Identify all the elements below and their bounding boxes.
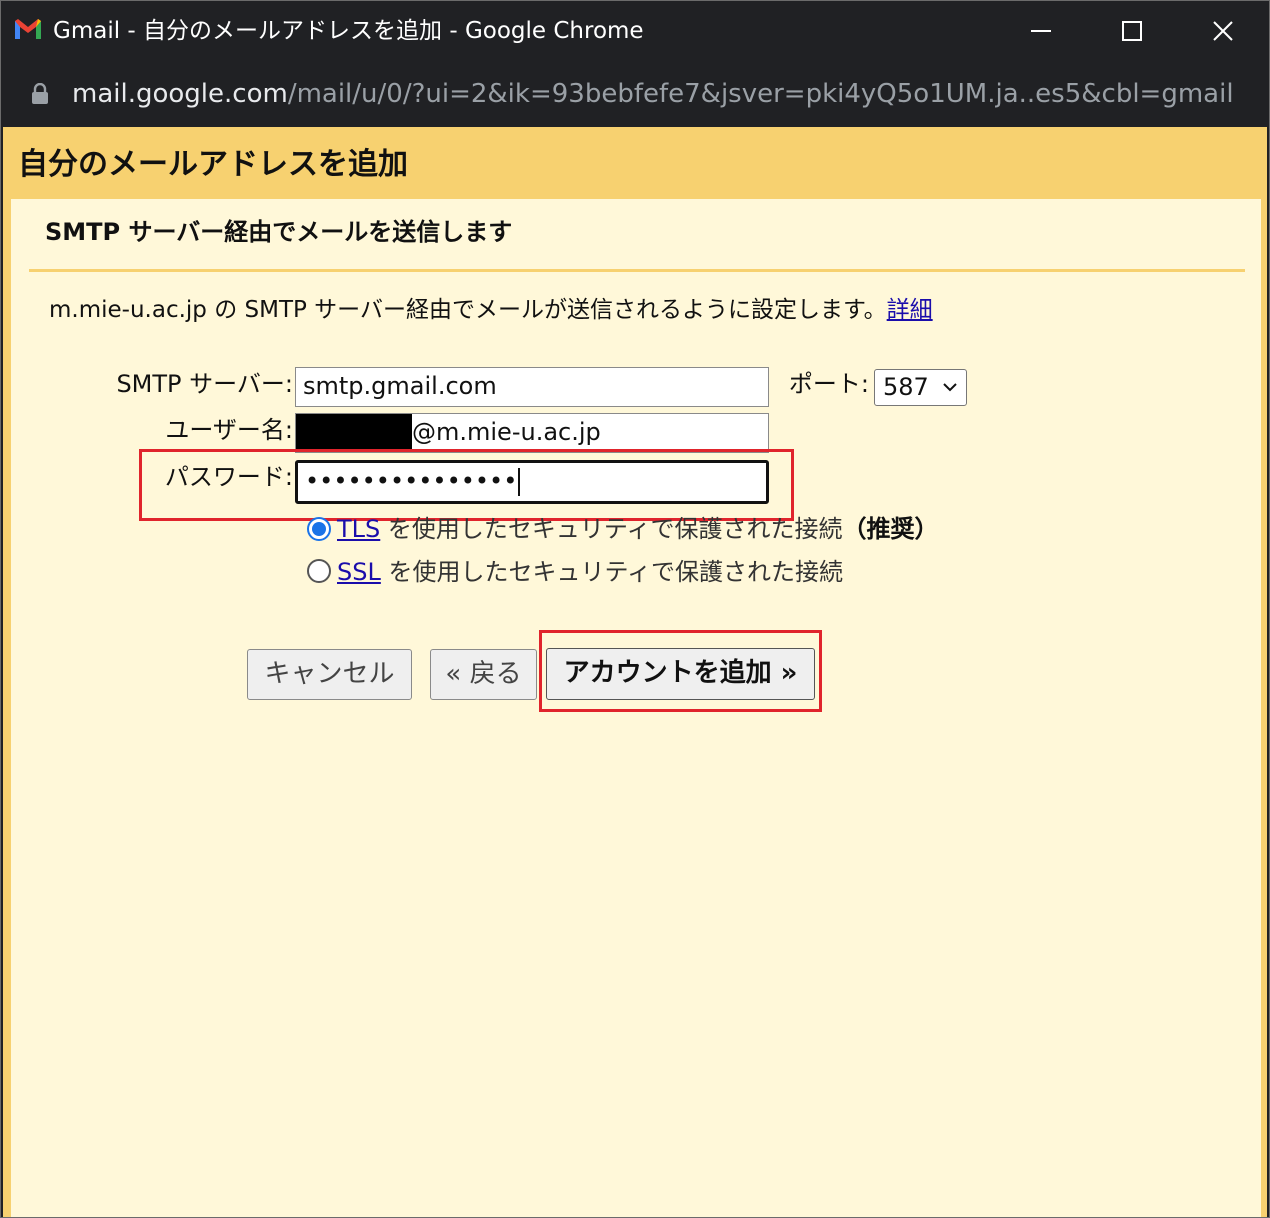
port-select[interactable]: 587 [874,369,967,406]
window-title: Gmail - 自分のメールアドレスを追加 - Google Chrome [53,18,644,44]
browser-window: Gmail - 自分のメールアドレスを追加 - Google Chrome ma… [0,0,1270,1218]
tls-recommended: （推奨） [842,515,939,543]
smtp-server-input[interactable]: smtp.gmail.com [295,367,769,407]
page-title: 自分のメールアドレスを追加 [18,147,408,182]
description: m.mie-u.ac.jp の SMTP サーバー経由でメールが送信されるように… [49,293,933,327]
section-divider [29,269,1245,272]
username-label: ユーザー名: [165,416,293,444]
title-bar: Gmail - 自分のメールアドレスを追加 - Google Chrome [1,1,1269,61]
url-text[interactable]: mail.google.com/mail/u/0/?ui=2&ik=93bebf… [72,75,1232,113]
url-host: mail.google.com [72,79,288,109]
tls-option: TLS を使用したセキュリティで保護された接続（推奨） [337,512,938,546]
gmail-icon [15,19,41,39]
tls-link[interactable]: TLS [337,515,380,543]
maximize-icon[interactable] [1110,11,1154,51]
ssl-link[interactable]: SSL [337,558,381,586]
add-account-highlight-box [539,630,822,712]
cancel-button[interactable]: キャンセル [247,649,412,700]
ssl-option: SSL を使用したセキュリティで保護された接続 [337,555,843,589]
details-link[interactable]: 詳細 [887,297,933,323]
description-text: m.mie-u.ac.jp の SMTP サーバー経由でメールが送信されるように… [49,297,887,323]
port-value: 587 [883,373,929,401]
ssl-radio[interactable] [307,559,331,583]
password-highlight-box [139,449,794,521]
minimize-icon[interactable] [1019,11,1063,51]
tls-text: を使用したセキュリティで保護された接続 [380,515,843,543]
username-domain: @m.mie-u.ac.jp [412,418,601,446]
smtp-server-label: SMTP サーバー: [116,370,293,398]
page-header: 自分のメールアドレスを追加 [3,127,1267,199]
redacted-block [296,414,412,452]
chevron-down-icon [943,383,957,392]
username-input[interactable]: @m.mie-u.ac.jp [295,413,769,453]
tls-radio[interactable] [307,517,331,541]
port-label: ポート: [788,370,869,398]
section-title: SMTP サーバー経由でメールを送信します [45,218,513,246]
url-path: /mail/u/0/?ui=2&ik=93bebfefe7&jsver=pki4… [287,79,1232,109]
lock-icon [32,83,48,104]
address-bar[interactable]: mail.google.com/mail/u/0/?ui=2&ik=93bebf… [1,61,1269,127]
close-icon[interactable] [1201,11,1245,51]
dialog-content: SMTP サーバー経由でメールを送信します m.mie-u.ac.jp の SM… [11,199,1261,1217]
back-button[interactable]: « 戻る [430,649,537,700]
ssl-text: を使用したセキュリティで保護された接続 [380,558,844,586]
dialog-page: 自分のメールアドレスを追加 SMTP サーバー経由でメールを送信します m.mi… [3,127,1267,1217]
